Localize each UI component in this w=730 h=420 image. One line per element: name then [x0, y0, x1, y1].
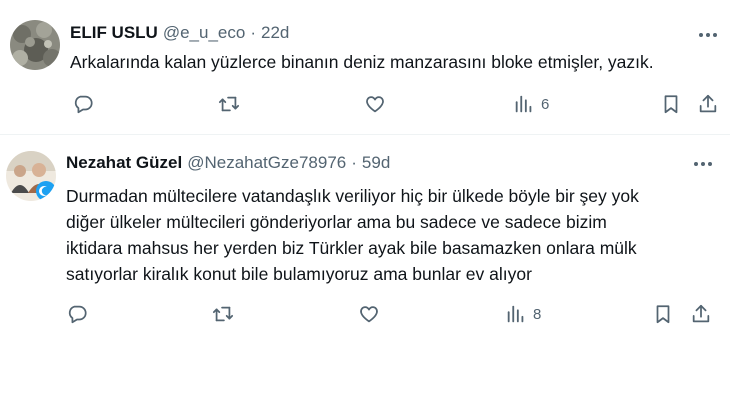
like-button[interactable]: [358, 299, 380, 329]
share-button[interactable]: [690, 299, 712, 329]
tweet-header: Nezahat Güzel @NezahatGze78976 · 59d: [66, 153, 390, 173]
tweet-text-line: Durmadan mültecilere vatandaşlık veriliy…: [66, 186, 639, 206]
author-handle[interactable]: @NezahatGze78976: [187, 153, 346, 173]
share-button[interactable]: [697, 89, 719, 119]
tweet-text-line: satıyorlar kiralık konut bile bulamıyoru…: [66, 264, 532, 284]
views-chart-icon: [515, 95, 532, 113]
views-chart-icon: [507, 305, 524, 323]
separator-dot: ·: [250, 23, 257, 42]
more-options-icon[interactable]: [699, 33, 717, 37]
retweet-button[interactable]: [217, 89, 241, 119]
retweet-icon: [218, 96, 240, 112]
like-button[interactable]: [364, 89, 386, 119]
author-name[interactable]: ELIF USLU: [70, 23, 158, 43]
more-options-icon[interactable]: [694, 162, 712, 166]
tweet[interactable]: Nezahat Güzel @NezahatGze78976 · 59d Dur…: [0, 136, 730, 420]
action-bar: 6: [0, 89, 730, 119]
author-handle[interactable]: @e_u_eco: [163, 23, 246, 43]
share-icon: [692, 304, 710, 323]
bookmark-icon: [656, 305, 670, 324]
tweet-text-line: Arkalarında kalan yüzlerce binanın deniz…: [70, 52, 654, 72]
reply-button[interactable]: [72, 89, 94, 119]
reply-button[interactable]: [66, 299, 88, 329]
reply-icon: [68, 305, 87, 324]
tweet-header: ELIF USLU @e_u_eco · 22d: [70, 23, 289, 43]
avatar[interactable]: [6, 151, 56, 201]
share-icon: [699, 94, 717, 113]
views-button[interactable]: 8: [505, 299, 541, 329]
timestamp[interactable]: 59d: [362, 153, 390, 173]
tweet[interactable]: ELIF USLU @e_u_eco · 22d Arkalarında kal…: [0, 0, 730, 134]
tweet-text: Durmadan mültecilere vatandaşlık veriliy…: [66, 183, 716, 287]
tweet-divider: [0, 134, 730, 135]
heart-icon: [366, 96, 384, 113]
separator-dot: ·: [351, 153, 357, 172]
tweet-text: Arkalarında kalan yüzlerce binanın deniz…: [70, 49, 720, 75]
tweet-text-line: iktidara mahsus her yerden biz Türkler a…: [66, 238, 637, 258]
timestamp[interactable]: 22d: [261, 23, 289, 43]
action-bar: 8: [0, 299, 730, 329]
reply-icon: [74, 95, 93, 114]
views-count: 8: [533, 305, 542, 323]
heart-icon: [360, 306, 378, 323]
bookmark-icon: [664, 95, 678, 114]
bookmark-button[interactable]: [660, 89, 682, 119]
retweet-button[interactable]: [211, 299, 235, 329]
views-count: 6: [541, 95, 550, 113]
views-button[interactable]: 6: [513, 89, 549, 119]
avatar[interactable]: [10, 20, 60, 70]
author-name[interactable]: Nezahat Güzel: [66, 153, 182, 173]
retweet-icon: [212, 306, 234, 322]
tweet-text-line: diğer ülkeler mültecileri gönderiyorlar …: [66, 212, 607, 232]
bookmark-button[interactable]: [652, 299, 674, 329]
